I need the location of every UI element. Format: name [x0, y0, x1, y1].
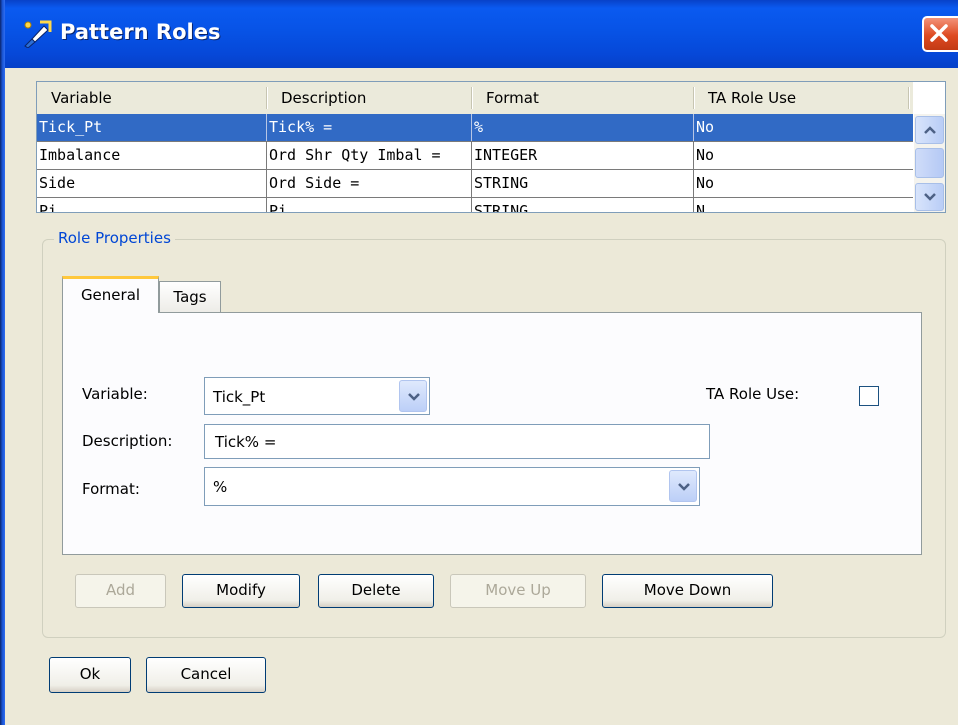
modify-button[interactable]: Modify: [182, 574, 300, 608]
format-dropdown-button[interactable]: [669, 470, 697, 502]
cell-description: Ord Shr Qty Imbal =: [267, 142, 472, 169]
chevron-down-icon: [924, 193, 936, 201]
column-header-description[interactable]: Description: [267, 82, 472, 114]
scroll-thumb[interactable]: [915, 148, 944, 178]
column-header-format[interactable]: Format: [472, 82, 694, 114]
cell-ta-role-use: N: [696, 202, 706, 213]
column-header-variable[interactable]: Variable: [37, 82, 267, 114]
delete-button[interactable]: Delete: [318, 574, 434, 608]
table-row[interactable]: Tick_Pt Tick% = % No: [37, 114, 913, 142]
format-select-value: %: [213, 478, 228, 496]
ok-button[interactable]: Ok: [49, 657, 131, 693]
window-title: Pattern Roles: [60, 20, 221, 44]
cell-variable: Side: [37, 170, 267, 197]
table-scrollbar[interactable]: [914, 114, 945, 212]
cell-variable: Pi: [37, 198, 267, 212]
variable-select[interactable]: Tick_Pt: [204, 377, 430, 415]
table-row[interactable]: Side Ord Side = STRING No: [37, 170, 913, 198]
role-properties-title: Role Properties: [54, 229, 175, 247]
cell-ta-role-use: No: [696, 146, 715, 164]
cell-description: Ord Side =: [267, 170, 472, 197]
table-header: Variable Description Format TA Role Use: [37, 82, 913, 115]
pattern-roles-icon: [24, 20, 52, 48]
chevron-up-icon: [924, 126, 936, 134]
chevron-down-icon: [408, 393, 420, 401]
cell-format: %: [472, 114, 694, 141]
move-up-button[interactable]: Move Up: [450, 574, 586, 608]
ta-role-use-label: TA Role Use:: [706, 385, 800, 403]
close-button[interactable]: [922, 16, 958, 52]
format-label: Format:: [82, 480, 140, 498]
scroll-down-button[interactable]: [915, 183, 944, 211]
tab-tags[interactable]: Tags: [159, 281, 221, 314]
close-icon: [930, 24, 948, 42]
roles-table[interactable]: Variable Description Format TA Role Use …: [36, 81, 946, 213]
cell-ta-role-use: No: [696, 118, 715, 136]
variable-dropdown-button[interactable]: [399, 380, 427, 412]
move-down-button[interactable]: Move Down: [602, 574, 773, 608]
table-row[interactable]: Pi Pi STRING N: [37, 198, 913, 213]
description-field[interactable]: Tick% =: [204, 424, 710, 459]
cell-ta-role-use: No: [696, 174, 715, 192]
pattern-roles-window: Pattern Roles Variable Description Forma…: [0, 0, 958, 725]
tab-general[interactable]: General: [62, 276, 159, 313]
variable-label: Variable:: [82, 385, 148, 403]
cell-description: Tick% =: [267, 114, 472, 141]
cell-variable: Tick_Pt: [37, 114, 267, 141]
cell-format: STRING: [472, 198, 694, 212]
table-row[interactable]: Imbalance Ord Shr Qty Imbal = INTEGER No: [37, 142, 913, 170]
chevron-down-icon: [678, 483, 690, 491]
cell-format: STRING: [472, 170, 694, 197]
add-button[interactable]: Add: [75, 574, 166, 608]
format-select[interactable]: %: [204, 467, 700, 506]
cancel-button[interactable]: Cancel: [146, 657, 266, 693]
description-field-value: Tick% =: [215, 433, 277, 451]
variable-select-value: Tick_Pt: [213, 388, 266, 406]
description-label: Description:: [82, 432, 173, 450]
cell-description: Pi: [267, 198, 472, 212]
cell-format: INTEGER: [472, 142, 694, 169]
title-bar[interactable]: Pattern Roles: [0, 0, 958, 68]
column-header-ta-role-use[interactable]: TA Role Use: [694, 82, 909, 114]
scroll-up-button[interactable]: [915, 116, 944, 144]
ta-role-use-checkbox[interactable]: [859, 386, 879, 406]
cell-variable: Imbalance: [37, 142, 267, 169]
